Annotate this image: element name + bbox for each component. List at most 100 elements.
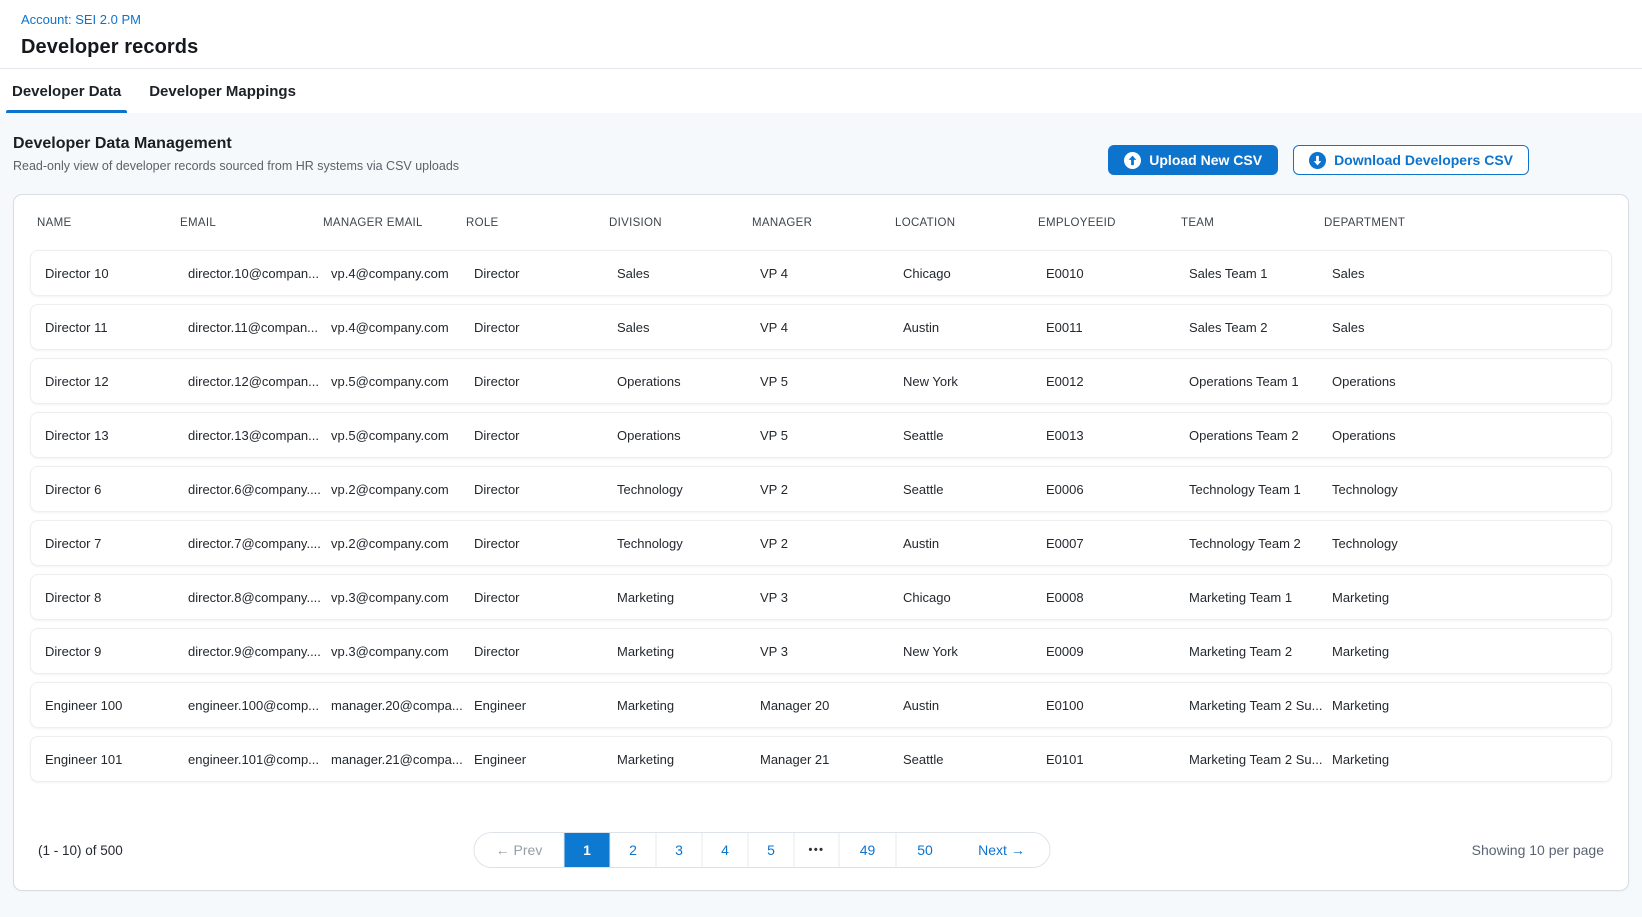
table-cell: Chicago <box>903 590 1046 605</box>
table-cell: Director <box>474 320 617 335</box>
page-button[interactable]: 49 <box>840 833 897 867</box>
table-cell: director.6@company.... <box>188 482 331 497</box>
upload-icon <box>1124 152 1141 169</box>
column-header: LOCATION <box>895 217 1038 229</box>
table-cell: engineer.101@comp... <box>188 752 331 767</box>
table-cell: vp.3@company.com <box>331 590 474 605</box>
table-cell: E0006 <box>1046 482 1189 497</box>
table-cell: vp.5@company.com <box>331 374 474 389</box>
table-cell: Seattle <box>903 752 1046 767</box>
pagination-ellipsis: ••• <box>795 833 840 867</box>
page-button[interactable]: 5 <box>749 833 795 867</box>
table-cell: vp.3@company.com <box>331 644 474 659</box>
table-row: Director 12director.12@compan...vp.5@com… <box>30 358 1612 404</box>
page-button[interactable]: 3 <box>657 833 703 867</box>
table-cell: VP 3 <box>760 644 903 659</box>
table-rows: Director 10director.10@compan...vp.4@com… <box>14 250 1628 782</box>
table-cell: Director <box>474 482 617 497</box>
table-cell: VP 5 <box>760 374 903 389</box>
upload-csv-button[interactable]: Upload New CSV <box>1108 145 1278 175</box>
column-header: NAME <box>37 217 180 229</box>
table-cell: director.11@compan... <box>188 320 331 335</box>
table-cell: Seattle <box>903 428 1046 443</box>
table-cell: Director 9 <box>45 644 188 659</box>
table-cell: New York <box>903 374 1046 389</box>
content-section: Developer Data Management Read-only view… <box>0 113 1642 917</box>
table-cell: Seattle <box>903 482 1046 497</box>
table-cell: E0011 <box>1046 320 1189 335</box>
table-cell: VP 2 <box>760 536 903 551</box>
prev-page-button[interactable]: ← Prev <box>475 833 565 867</box>
page-title: Developer records <box>21 36 1642 59</box>
page-button[interactable]: 4 <box>703 833 749 867</box>
table-cell: Director 10 <box>45 266 188 281</box>
download-csv-button[interactable]: Download Developers CSV <box>1293 145 1529 175</box>
table-cell: vp.5@company.com <box>331 428 474 443</box>
table-cell: Austin <box>903 698 1046 713</box>
column-header: MANAGER EMAIL <box>323 217 466 229</box>
table-cell: Operations Team 2 <box>1189 428 1332 443</box>
table-cell: VP 2 <box>760 482 903 497</box>
table-row: Director 6director.6@company....vp.2@com… <box>30 466 1612 512</box>
table-cell: Manager 20 <box>760 698 903 713</box>
table-cell: Marketing <box>617 644 760 659</box>
page-button[interactable]: 2 <box>611 833 657 867</box>
table-cell: Technology Team 2 <box>1189 536 1332 551</box>
table-cell: E0010 <box>1046 266 1189 281</box>
column-header: DIVISION <box>609 217 752 229</box>
table-row: Director 11director.11@compan...vp.4@com… <box>30 304 1612 350</box>
table-cell: Marketing <box>617 590 760 605</box>
table-cell: Marketing <box>1332 644 1611 659</box>
column-header: MANAGER <box>752 217 895 229</box>
table-cell: Marketing <box>1332 590 1611 605</box>
table-cell: Operations <box>617 428 760 443</box>
tab-developer-mappings[interactable]: Developer Mappings <box>147 69 298 113</box>
table-cell: Sales Team 2 <box>1189 320 1332 335</box>
table-cell: vp.2@company.com <box>331 536 474 551</box>
page-button[interactable]: 50 <box>897 833 954 867</box>
section-head-text: Developer Data Management Read-only view… <box>13 135 459 173</box>
table-cell: Director 12 <box>45 374 188 389</box>
table-cell: Director <box>474 590 617 605</box>
table-cell: Manager 21 <box>760 752 903 767</box>
table-cell: director.8@company.... <box>188 590 331 605</box>
table-cell: Marketing Team 2 Su... <box>1189 752 1332 767</box>
table-cell: Sales <box>1332 320 1611 335</box>
table-cell: manager.20@compa... <box>331 698 474 713</box>
table-row: Director 8director.8@company....vp.3@com… <box>30 574 1612 620</box>
table-row: Director 9director.9@company....vp.3@com… <box>30 628 1612 674</box>
table-cell: Engineer 101 <box>45 752 188 767</box>
table-cell: E0101 <box>1046 752 1189 767</box>
per-page-label: Showing 10 per page <box>1472 842 1604 858</box>
table-cell: Operations <box>1332 374 1611 389</box>
tab-developer-data[interactable]: Developer Data <box>10 69 123 113</box>
table-header-row: NAMEEMAILMANAGER EMAILROLEDIVISIONMANAGE… <box>14 195 1628 250</box>
table-cell: Sales <box>1332 266 1611 281</box>
next-page-button[interactable]: Next → <box>954 833 1050 867</box>
range-label: (1 - 10) of 500 <box>38 843 123 858</box>
account-link[interactable]: Account: SEI 2.0 PM <box>21 12 141 27</box>
table-cell: Director 8 <box>45 590 188 605</box>
table-row: Director 13director.13@compan...vp.5@com… <box>30 412 1612 458</box>
table-cell: vp.4@company.com <box>331 266 474 281</box>
table-cell: Technology <box>1332 482 1611 497</box>
table-footer: (1 - 10) of 500 ← Prev 12345•••4950 Next… <box>38 832 1604 868</box>
tab-bar: Developer Data Developer Mappings <box>0 69 1642 113</box>
table-cell: E0100 <box>1046 698 1189 713</box>
table-cell: Director 13 <box>45 428 188 443</box>
table-cell: Director 7 <box>45 536 188 551</box>
table-cell: Operations <box>1332 428 1611 443</box>
table-cell: Director <box>474 536 617 551</box>
table-cell: Marketing <box>617 698 760 713</box>
column-header: ROLE <box>466 217 609 229</box>
table-row: Director 7director.7@company....vp.2@com… <box>30 520 1612 566</box>
column-header: DEPARTMENT <box>1324 217 1628 229</box>
page-button[interactable]: 1 <box>565 833 611 867</box>
table-cell: Marketing <box>617 752 760 767</box>
table-cell: Austin <box>903 536 1046 551</box>
table-cell: VP 3 <box>760 590 903 605</box>
table-cell: engineer.100@comp... <box>188 698 331 713</box>
table-row: Director 10director.10@compan...vp.4@com… <box>30 250 1612 296</box>
table-cell: VP 5 <box>760 428 903 443</box>
table-cell: Technology <box>617 536 760 551</box>
